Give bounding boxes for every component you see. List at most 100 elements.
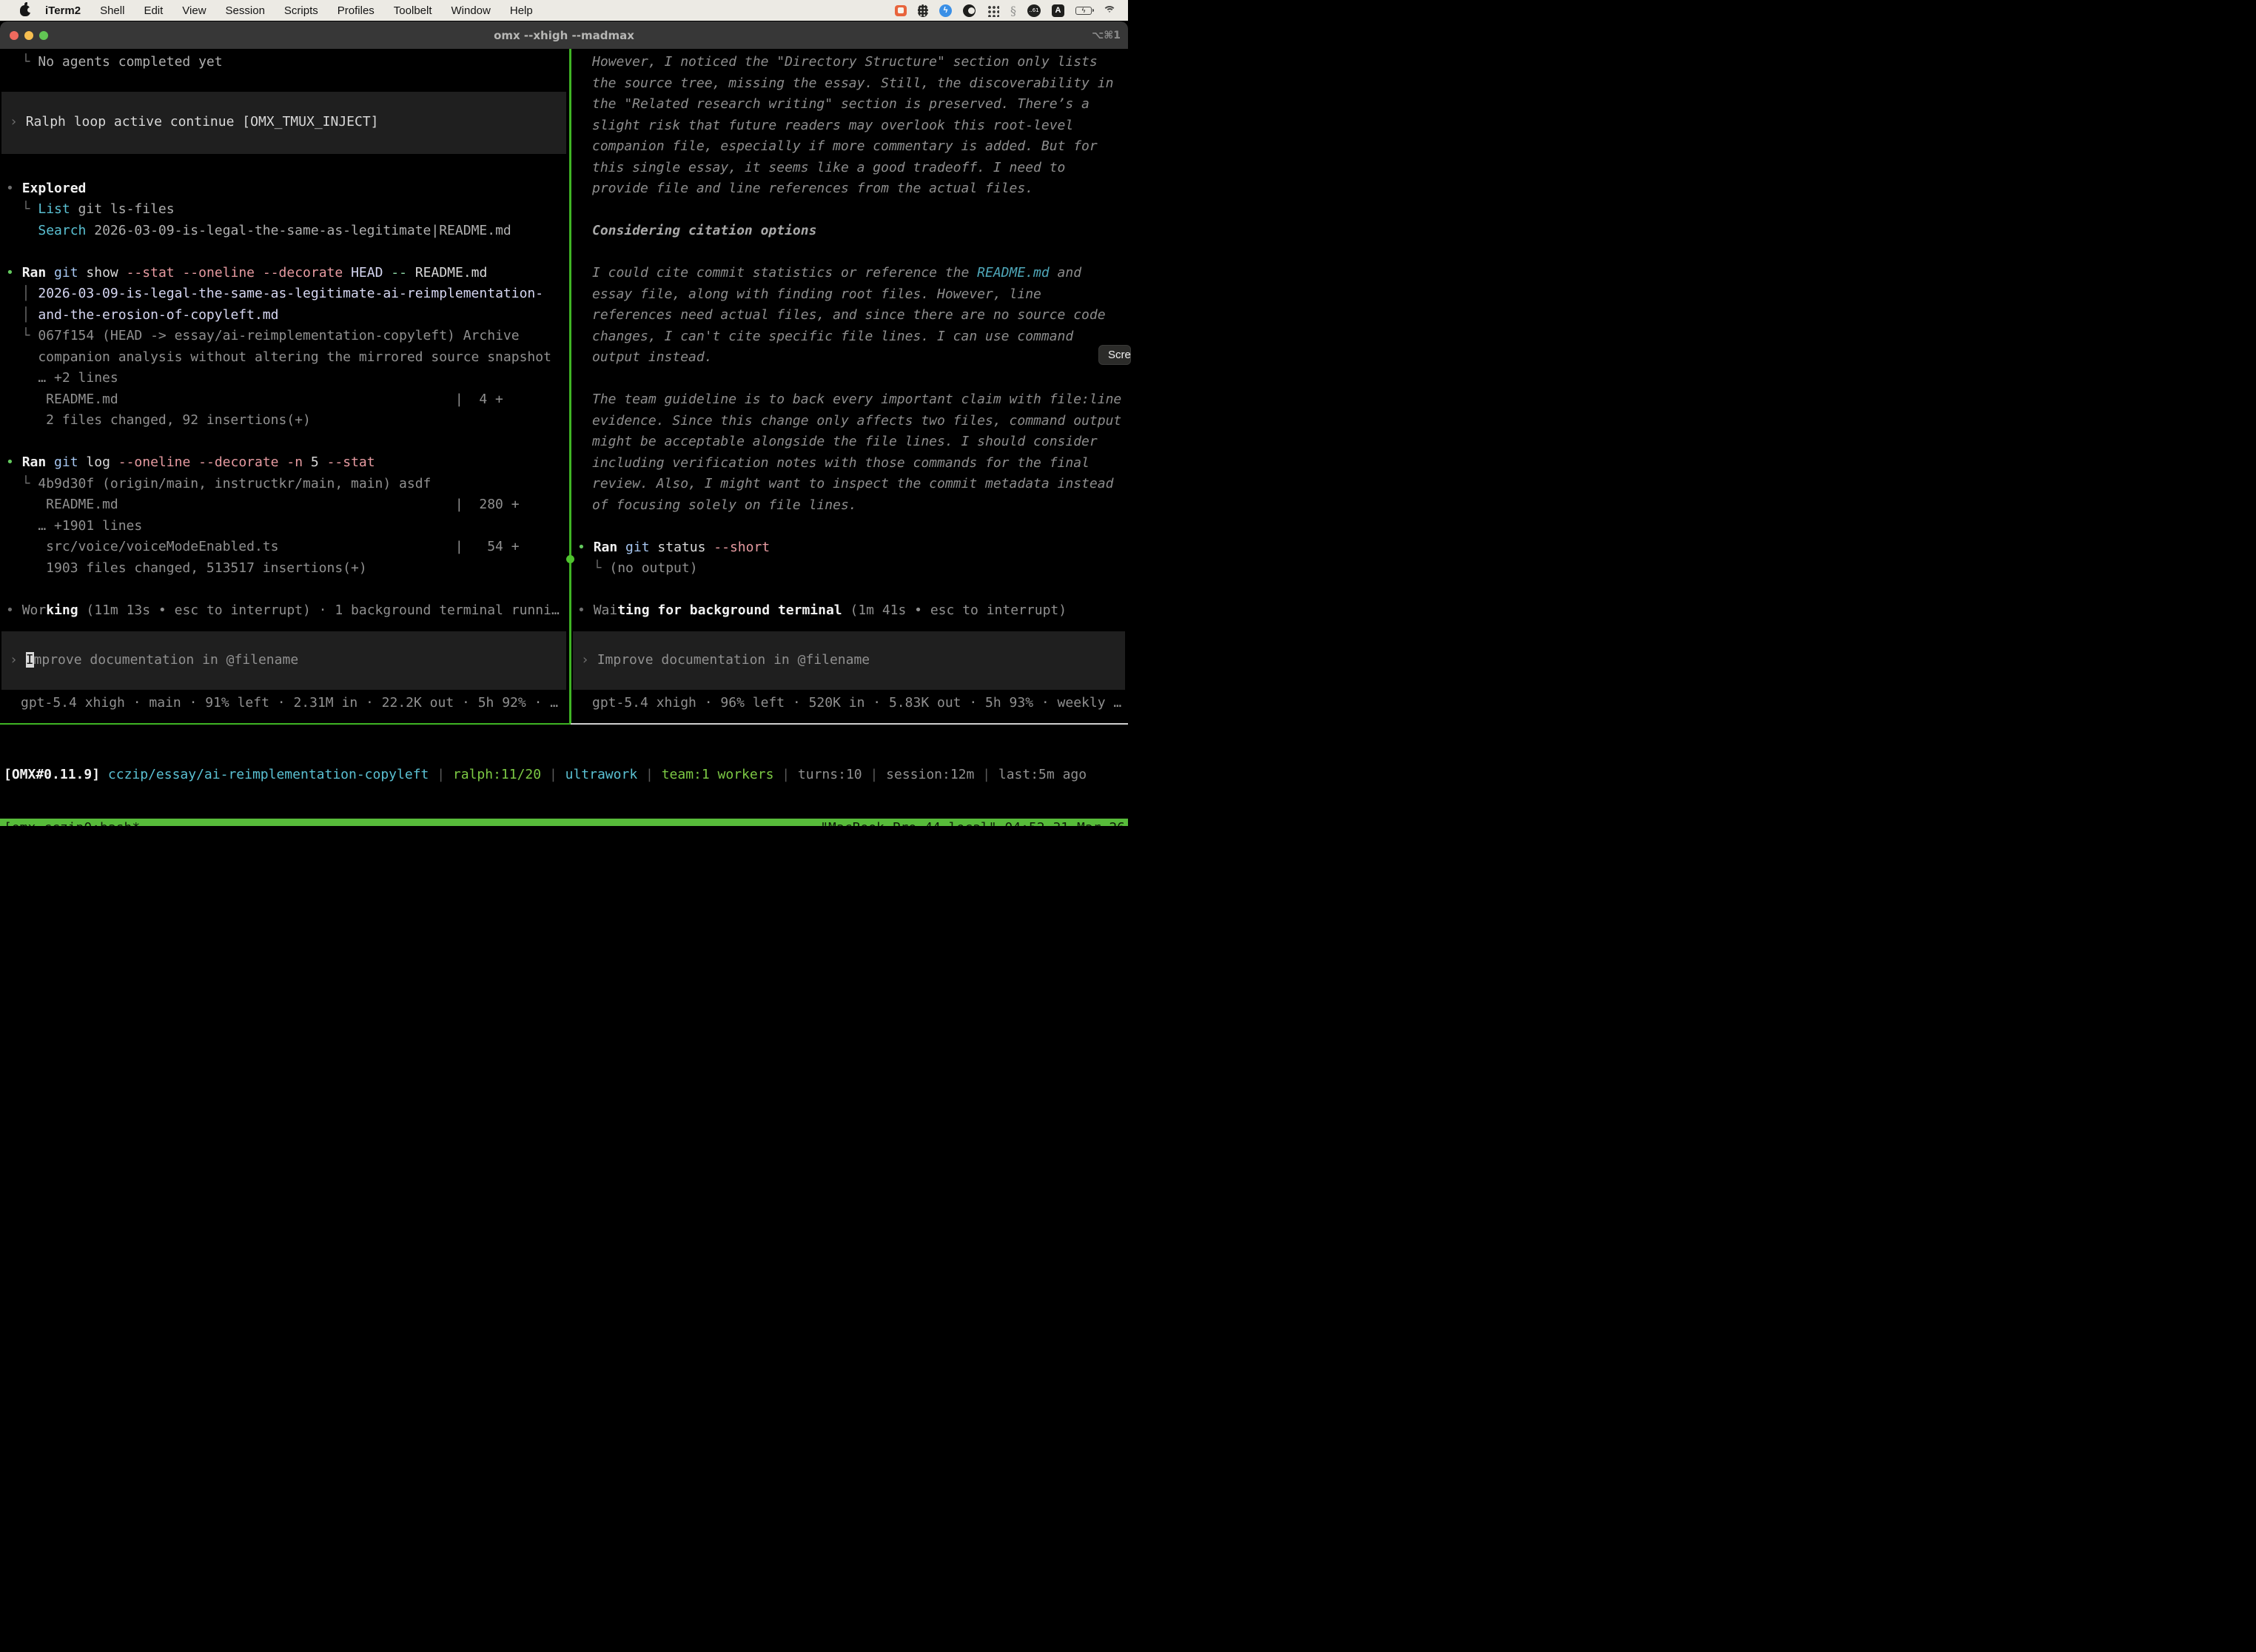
terminal-line: essay file, along with finding root file…: [571, 284, 1128, 306]
omx-status-line: [OMX#0.11.9] cczip/essay/ai-reimplementa…: [0, 765, 1128, 786]
terminal-line: including verification notes with those …: [571, 453, 1128, 474]
injected-prompt-box[interactable]: › Ralph loop active continue [OMX_TMUX_I…: [1, 92, 566, 154]
terminal-line: [0, 432, 569, 453]
left-pane-lines: └ No agents completed yet › Ralph loop ac…: [0, 52, 569, 621]
terminal-line: evidence. Since this change only affects…: [571, 411, 1128, 432]
keypad-shield-icon[interactable]: [918, 4, 928, 17]
terminal-line: slight risk that future readers may over…: [571, 115, 1128, 137]
terminal-line: … +2 lines: [0, 368, 569, 389]
circle-61-icon[interactable]: ..61: [1027, 4, 1041, 17]
terminal-line: │ and-the-erosion-of-copyleft.md: [0, 305, 569, 326]
terminal-line: • Explored: [0, 178, 569, 200]
terminal-line: README.md | 280 +: [0, 494, 569, 516]
terminal-line: review. Also, I might want to inspect th…: [571, 474, 1128, 495]
iterm2-window: omx --xhigh --madmax ⌥⌘1 └ No agents com…: [0, 21, 1128, 826]
terminal-line: [571, 369, 1128, 390]
terminal-line: └ List git ls-files: [0, 199, 569, 221]
menu-item-edit[interactable]: Edit: [144, 4, 163, 17]
terminal-line: README.md | 4 +: [0, 389, 569, 411]
omx-status-text: [OMX#0.11.9] cczip/essay/ai-reimplementa…: [0, 765, 1128, 786]
terminal-line: references need actual files, and since …: [571, 305, 1128, 326]
terminal-line: [571, 200, 1128, 221]
right-status-text: gpt-5.4 xhigh · 96% left · 520K in · 5.8…: [571, 693, 1128, 714]
terminal-line: changes, I can't cite specific file line…: [571, 326, 1128, 348]
menu-item-shell[interactable]: Shell: [100, 4, 124, 17]
terminal-line: • Ran git show --stat --oneline --decora…: [0, 263, 569, 284]
terminal-line: [571, 242, 1128, 263]
blue-badge-icon[interactable]: ϟ: [939, 4, 952, 17]
terminal-line: output instead.: [571, 347, 1128, 369]
a-square-icon[interactable]: A: [1052, 4, 1064, 17]
terminal-line: └ No agents completed yet: [0, 52, 569, 73]
wifi-icon[interactable]: [1103, 6, 1116, 16]
terminal-line: might be acceptable alongside the file l…: [571, 432, 1128, 453]
terminal-line: provide file and line references from th…: [571, 178, 1128, 200]
window-title: omx --xhigh --madmax: [0, 29, 1128, 42]
terminal-line: companion analysis without altering the …: [0, 347, 569, 369]
right-pane-status: gpt-5.4 xhigh · 96% left · 520K in · 5.8…: [571, 693, 1128, 714]
terminal-line: Considering citation options: [571, 221, 1128, 242]
terminal-line: └ (no output): [571, 558, 1128, 580]
screen-tooltip-text: Scre: [1108, 349, 1131, 361]
menu-item-window[interactable]: Window: [451, 4, 491, 17]
dots-grid-icon[interactable]: [987, 4, 999, 17]
terminal-line: the source tree, missing the essay. Stil…: [571, 73, 1128, 95]
battery-icon[interactable]: ϟ: [1075, 7, 1092, 15]
menu-item-help[interactable]: Help: [510, 4, 533, 17]
menu-status-icons: ϟ § ..61 A ϟ: [895, 4, 1128, 18]
terminal-line: [0, 579, 569, 600]
window-shortcut-badge: ⌥⌘1: [1092, 30, 1121, 41]
right-pane-lines: However, I noticed the "Directory Struct…: [571, 52, 1128, 622]
menu-item-scripts[interactable]: Scripts: [284, 4, 318, 17]
terminal-line: [571, 516, 1128, 537]
terminal-line: 2 files changed, 92 insertions(+): [0, 410, 569, 432]
menu-item-view[interactable]: View: [182, 4, 206, 17]
terminal-line: │ 2026-03-09-is-legal-the-same-as-legiti…: [0, 283, 569, 305]
terminal-line: › Ralph loop active continue [OMX_TMUX_I…: [1, 112, 379, 133]
apple-menu-icon[interactable]: [20, 5, 30, 16]
left-prompt-input[interactable]: › Improve documentation in @filename: [1, 631, 566, 690]
terminal-line: However, I noticed the "Directory Struct…: [571, 52, 1128, 73]
terminal-line: [0, 241, 569, 263]
squiggle-icon[interactable]: §: [1010, 4, 1016, 18]
bottom-divider-right: [571, 723, 1128, 725]
bottom-divider-left: [0, 723, 571, 725]
left-status-text: gpt-5.4 xhigh · main · 91% left · 2.31M …: [0, 693, 569, 714]
terminal-line: • Ran git status --short: [571, 537, 1128, 559]
tmux-pane-left[interactable]: └ No agents completed yet › Ralph loop ac…: [0, 49, 569, 724]
menu-item-iterm2[interactable]: iTerm2: [45, 4, 81, 17]
terminal-line: • Waiting for background terminal (1m 41…: [571, 600, 1128, 622]
tmux-pane-right[interactable]: However, I noticed the "Directory Struct…: [571, 49, 1128, 724]
terminal-line: The team guideline is to back every impo…: [571, 389, 1128, 411]
terminal-line: Search 2026-03-09-is-legal-the-same-as-l…: [0, 221, 569, 242]
menu-item-profiles[interactable]: Profiles: [338, 4, 375, 17]
menu-item-toolbelt[interactable]: Toolbelt: [394, 4, 432, 17]
tmux-session-name[interactable]: [omx-cczip0:bash*: [0, 818, 140, 826]
terminal-line: • Working (11m 13s • esc to interrupt) ·…: [0, 600, 569, 622]
screen-tooltip-overlay: Scre: [1098, 345, 1131, 365]
terminal-line: src/voice/voiceModeEnabled.ts | 54 +: [0, 537, 569, 558]
menu-items: iTerm2 Shell Edit View Session Scripts Profile…: [45, 4, 533, 17]
terminal-line: the "Related research writing" section i…: [571, 94, 1128, 115]
terminal-line: └ 4b9d30f (origin/main, instructkr/main,…: [0, 474, 569, 495]
left-pane-status: gpt-5.4 xhigh · main · 91% left · 2.31M …: [0, 693, 569, 714]
menu-item-session[interactable]: Session: [226, 4, 265, 17]
right-prompt-text: › Improve documentation in @filename: [573, 650, 870, 671]
terminal-content: └ No agents completed yet › Ralph loop ac…: [0, 49, 1128, 826]
terminal-line: └ 067f154 (HEAD -> essay/ai-reimplementa…: [0, 326, 569, 347]
tmux-status-bar: [omx-cczip0:bash* "MacBook-Pro-44.local"…: [0, 819, 1128, 826]
screenshot-chat-icon[interactable]: [895, 5, 907, 16]
tmux-host-clock: "MacBook-Pro-44.local" 04:52 31-Mar-26: [820, 818, 1128, 826]
terminal-line: I could cite commit statistics or refere…: [571, 263, 1128, 284]
left-prompt-text: › Improve documentation in @filename: [1, 650, 298, 671]
window-title-bar[interactable]: omx --xhigh --madmax ⌥⌘1: [0, 21, 1128, 49]
terminal-line: … +1901 lines: [0, 516, 569, 537]
macos-menu-bar: iTerm2 Shell Edit View Session Scripts Profile…: [0, 0, 1128, 21]
terminal-line: of focusing solely on file lines.: [571, 495, 1128, 517]
terminal-line: • Ran git log --oneline --decorate -n 5 …: [0, 452, 569, 474]
terminal-line: 1903 files changed, 513517 insertions(+): [0, 558, 569, 580]
right-prompt-input[interactable]: › Improve documentation in @filename: [573, 631, 1125, 690]
terminal-line: companion file, especially if more comme…: [571, 136, 1128, 158]
moon-crescent-icon[interactable]: [963, 4, 976, 17]
terminal-line: this single essay, it seems like a good …: [571, 158, 1128, 179]
